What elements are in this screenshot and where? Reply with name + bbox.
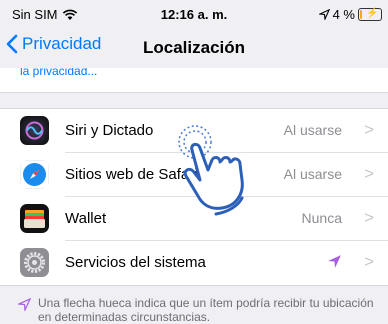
row-label: Siri y Dictado: [65, 122, 154, 139]
row-label: Wallet: [65, 210, 107, 227]
siri-icon: [20, 116, 49, 145]
location-arrow-icon: [328, 255, 341, 268]
row-value: Al usarse: [283, 166, 342, 182]
status-bar: Sin SIM 12:16 a. m. 4 % ⚡: [0, 0, 388, 26]
privacy-link[interactable]: la privacidad...: [20, 68, 97, 78]
page-title: Localización: [142, 38, 246, 57]
wallet-icon: [20, 204, 49, 233]
chevron-right-icon: >: [364, 164, 374, 183]
battery-fill: [360, 10, 362, 19]
footer-text: Una flecha hueca indica que un ítem podr…: [38, 296, 374, 324]
chevron-right-icon: >: [364, 252, 374, 271]
battery-icon: ⚡: [358, 8, 382, 21]
chevron-right-icon: >: [364, 208, 374, 227]
chevron-right-icon: >: [364, 120, 374, 139]
settings-gear-icon: [20, 248, 49, 277]
row-value: Nunca: [301, 210, 342, 226]
battery-percent: 4 %: [332, 7, 355, 22]
row-value: Al usarse: [283, 122, 342, 138]
location-services-icon: [318, 9, 330, 20]
list-row-system-services[interactable]: Servicios del sistema >: [0, 241, 388, 285]
charging-bolt-icon: ⚡: [366, 8, 379, 19]
status-right: 4 % ⚡: [318, 7, 382, 22]
safari-icon: [20, 160, 49, 189]
scrolled-description: la privacidad...: [0, 68, 388, 93]
hollow-location-arrow-icon: [18, 298, 31, 311]
row-label: Servicios del sistema: [65, 254, 206, 271]
navigation-bar: Privacidad Localización: [0, 26, 388, 70]
tap-hand-pointer-icon: [178, 125, 244, 216]
